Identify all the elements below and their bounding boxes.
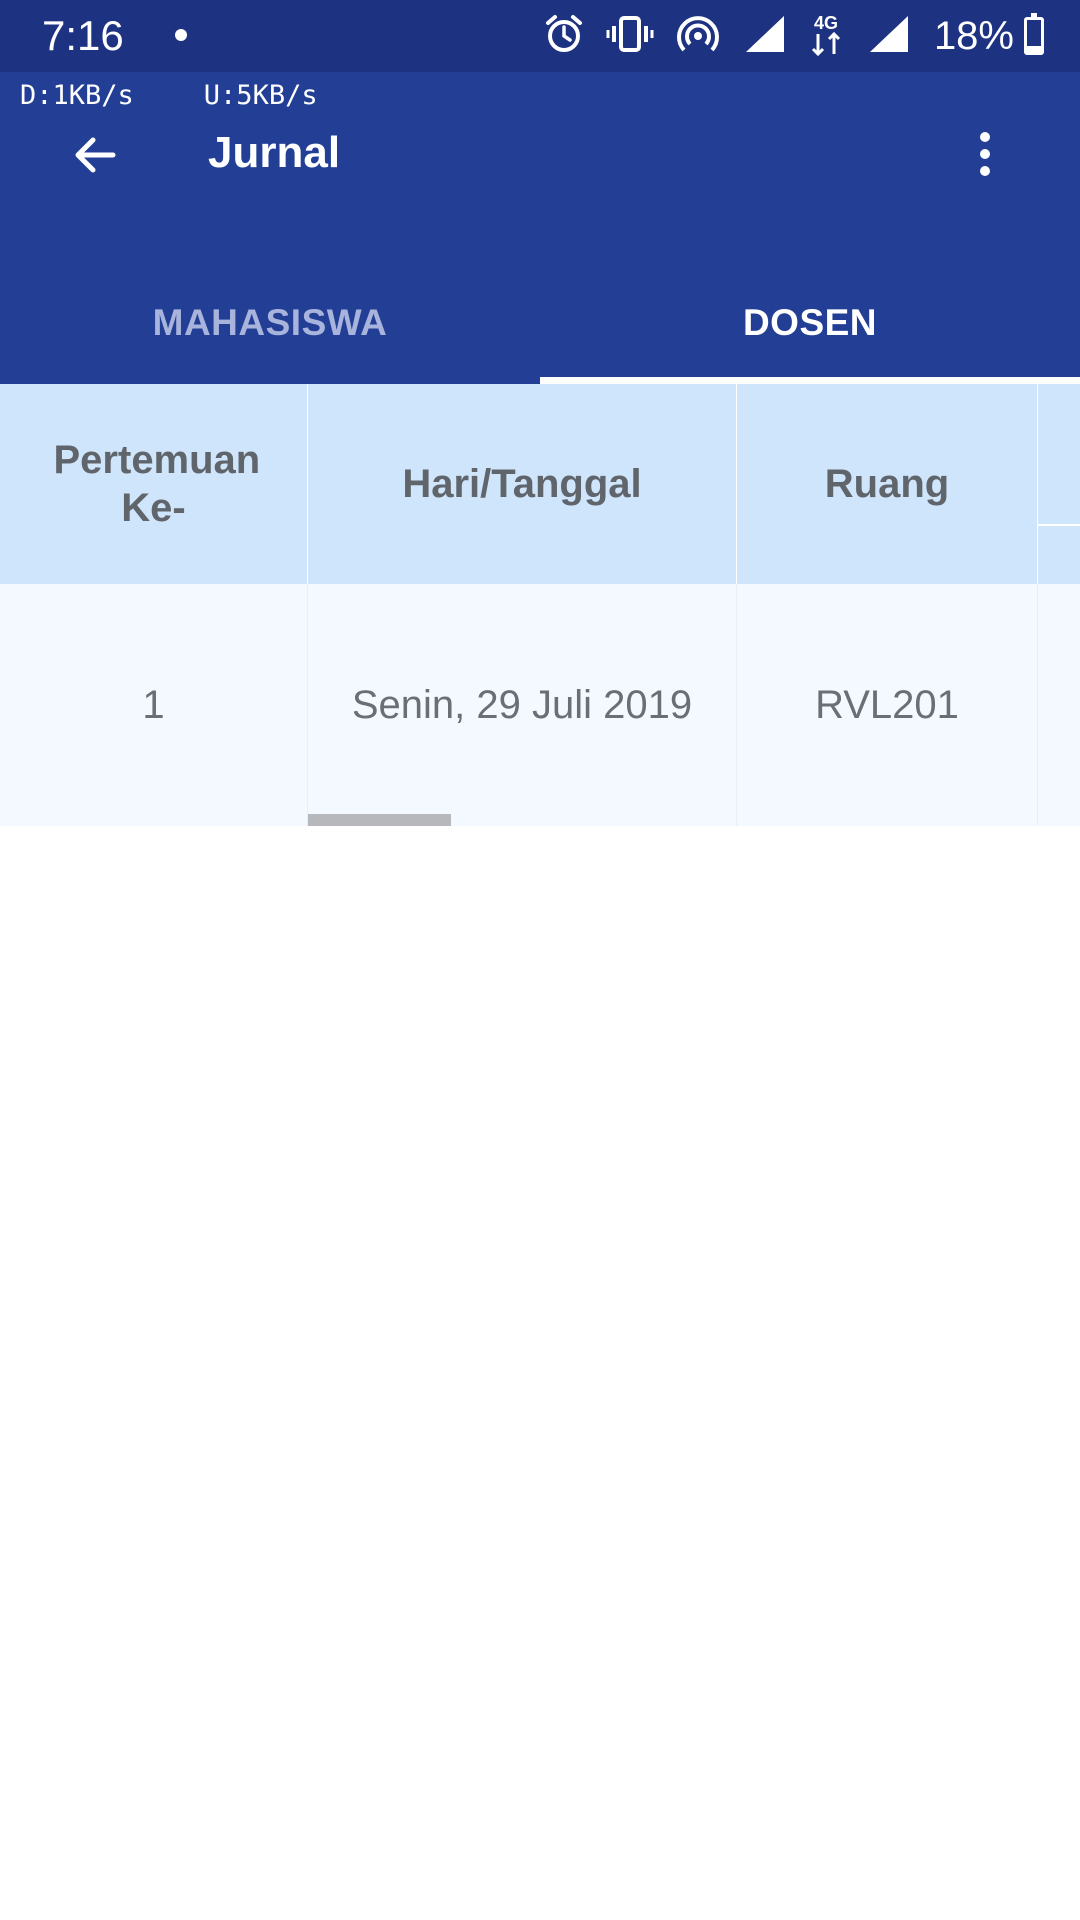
column-header-hari-tanggal: Hari/Tanggal bbox=[308, 384, 737, 584]
more-vert-dot bbox=[980, 166, 990, 176]
cell-ruang: RVL201 bbox=[737, 584, 1038, 826]
tab-label: MAHASISWA bbox=[152, 302, 388, 343]
page-title: Jurnal bbox=[208, 128, 341, 177]
net-speed-indicator: D:1KB/s U:5KB/s bbox=[20, 80, 388, 111]
battery-percent: 18% bbox=[933, 13, 1014, 58]
upload-speed: U:5KB/s bbox=[203, 80, 318, 111]
app-bar: D:1KB/s U:5KB/s Jurnal MAHASISWA DOSEN bbox=[0, 72, 1080, 384]
active-tab-indicator bbox=[540, 377, 1080, 384]
svg-text:4G: 4G bbox=[814, 13, 838, 33]
tab-bar: MAHASISWA DOSEN bbox=[0, 262, 1080, 384]
more-options-button[interactable] bbox=[960, 124, 1010, 184]
cell-next bbox=[1038, 584, 1080, 826]
status-bar: 7:16 4G 18% bbox=[0, 0, 1080, 72]
tab-dosen[interactable]: DOSEN bbox=[540, 262, 1080, 384]
signal-icon bbox=[866, 14, 910, 59]
horizontal-scrollbar[interactable] bbox=[308, 814, 451, 826]
arrow-back-icon bbox=[75, 137, 116, 173]
table-header-row: Pertemuan Ke- Hari/Tanggal Ruang bbox=[0, 384, 1080, 584]
alarm-icon bbox=[544, 14, 584, 59]
battery-level-fill bbox=[1027, 46, 1041, 52]
more-vert-dot bbox=[980, 149, 990, 159]
notification-dot bbox=[175, 29, 187, 41]
cell-pertemuan: 1 bbox=[0, 584, 308, 826]
tab-mahasiswa[interactable]: MAHASISWA bbox=[0, 262, 540, 384]
signal-icon bbox=[742, 14, 786, 59]
tab-label: DOSEN bbox=[742, 302, 878, 343]
journal-table[interactable]: Pertemuan Ke- Hari/Tanggal Ruang 1 Senin… bbox=[0, 384, 1080, 826]
hotspot-icon bbox=[676, 14, 720, 59]
more-vert-icon bbox=[980, 132, 990, 142]
back-button[interactable] bbox=[62, 122, 128, 188]
status-time: 7:16 bbox=[42, 12, 124, 59]
header-divider bbox=[1038, 524, 1080, 526]
data-4g-icon: 4G bbox=[808, 12, 844, 61]
column-header-pertemuan: Pertemuan Ke- bbox=[0, 384, 308, 584]
column-header-ruang: Ruang bbox=[737, 384, 1038, 584]
column-header-next bbox=[1038, 384, 1080, 584]
cell-hari-tanggal: Senin, 29 Juli 2019 bbox=[308, 584, 737, 826]
vibrate-icon bbox=[606, 14, 654, 59]
status-icons: 4G 18% bbox=[522, 12, 1044, 60]
table-row[interactable]: 1 Senin, 29 Juli 2019 RVL201 bbox=[0, 584, 1080, 826]
download-speed: D:1KB/s bbox=[20, 80, 134, 111]
header-label: Pertemuan Ke- bbox=[53, 438, 261, 530]
battery-icon bbox=[1024, 13, 1044, 55]
